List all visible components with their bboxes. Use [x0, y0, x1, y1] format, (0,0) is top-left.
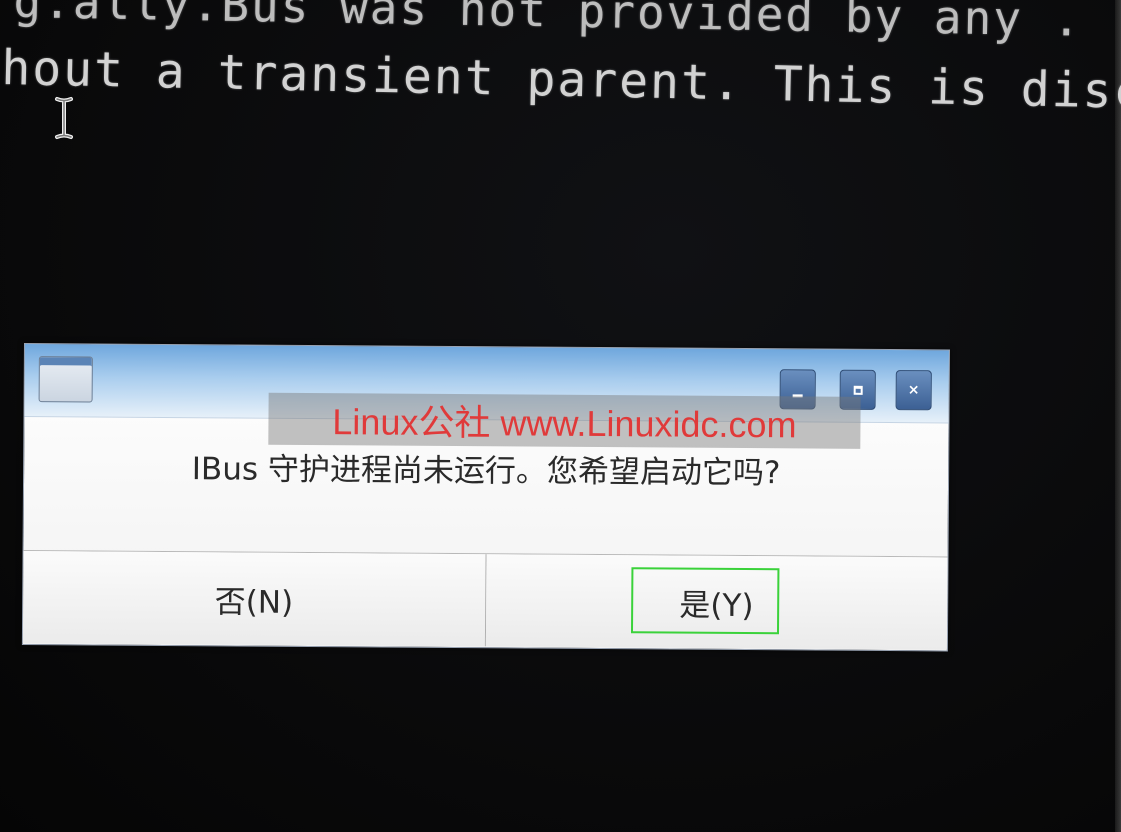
ibus-dialog: × IBus 守护进程尚未运行。您希望启动它吗? Linux公社 www.Lin… [21, 343, 950, 652]
watermark: Linux公社 www.Linuxidc.com [268, 392, 861, 449]
terminal-line-2: hout a transient parent. This is disc [0, 40, 1121, 120]
window-icon [38, 356, 93, 403]
screen-background: g.ally.Bus was not provided by any . hou… [0, 0, 1121, 832]
screen-edge [1115, 0, 1121, 832]
terminal-line-1: g.ally.Bus was not provided by any . [13, 0, 1083, 47]
maximize-icon [853, 385, 863, 395]
no-button-label: 否(N) [214, 583, 294, 621]
dialog-button-row: 否(N) 是(Y) [22, 550, 948, 650]
yes-button-label: 是(Y) [679, 587, 754, 624]
dialog-message: IBus 守护进程尚未运行。您希望启动它吗? [191, 451, 781, 492]
close-button[interactable]: × [895, 370, 932, 411]
text-cursor-icon [55, 97, 73, 139]
no-button[interactable]: 否(N) [22, 551, 487, 647]
close-icon: × [907, 382, 920, 399]
yes-button[interactable]: 是(Y) [485, 554, 948, 650]
